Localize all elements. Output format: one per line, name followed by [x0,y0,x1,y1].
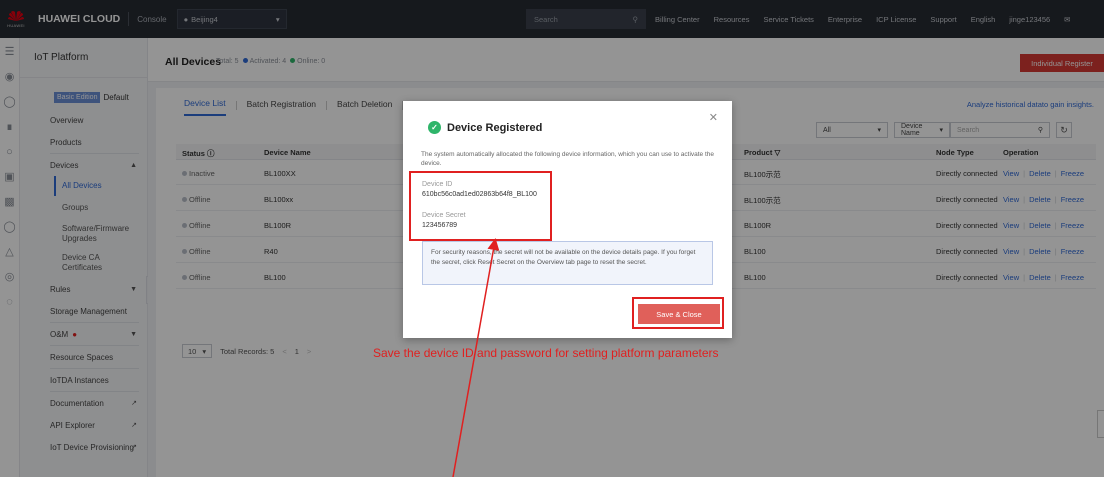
dialog-title: ✓ Device Registered [428,121,542,134]
security-notice: For security reasons, the secret will no… [422,241,713,285]
save-and-close-button[interactable]: Save & Close [638,304,720,324]
annotation-note: Save the device ID and password for sett… [373,346,719,360]
device-secret-label: Device Secret [422,212,466,219]
device-id-label: Device ID [422,181,453,188]
device-id-value: 610bc56c0ad1ed02863b64f8_BL100 [422,191,537,198]
close-icon[interactable]: ✕ [709,111,718,124]
app-root: HUAWEI HUAWEI CLOUD Console ● Beijing4 ▾… [0,0,1104,477]
device-registered-dialog: ✓ Device Registered ✕ The system automat… [403,101,732,338]
success-check-icon: ✓ [428,121,441,134]
dialog-description: The system automatically allocated the f… [421,151,715,167]
dialog-title-text: Device Registered [447,121,543,134]
device-secret-value: 123456789 [422,222,458,229]
